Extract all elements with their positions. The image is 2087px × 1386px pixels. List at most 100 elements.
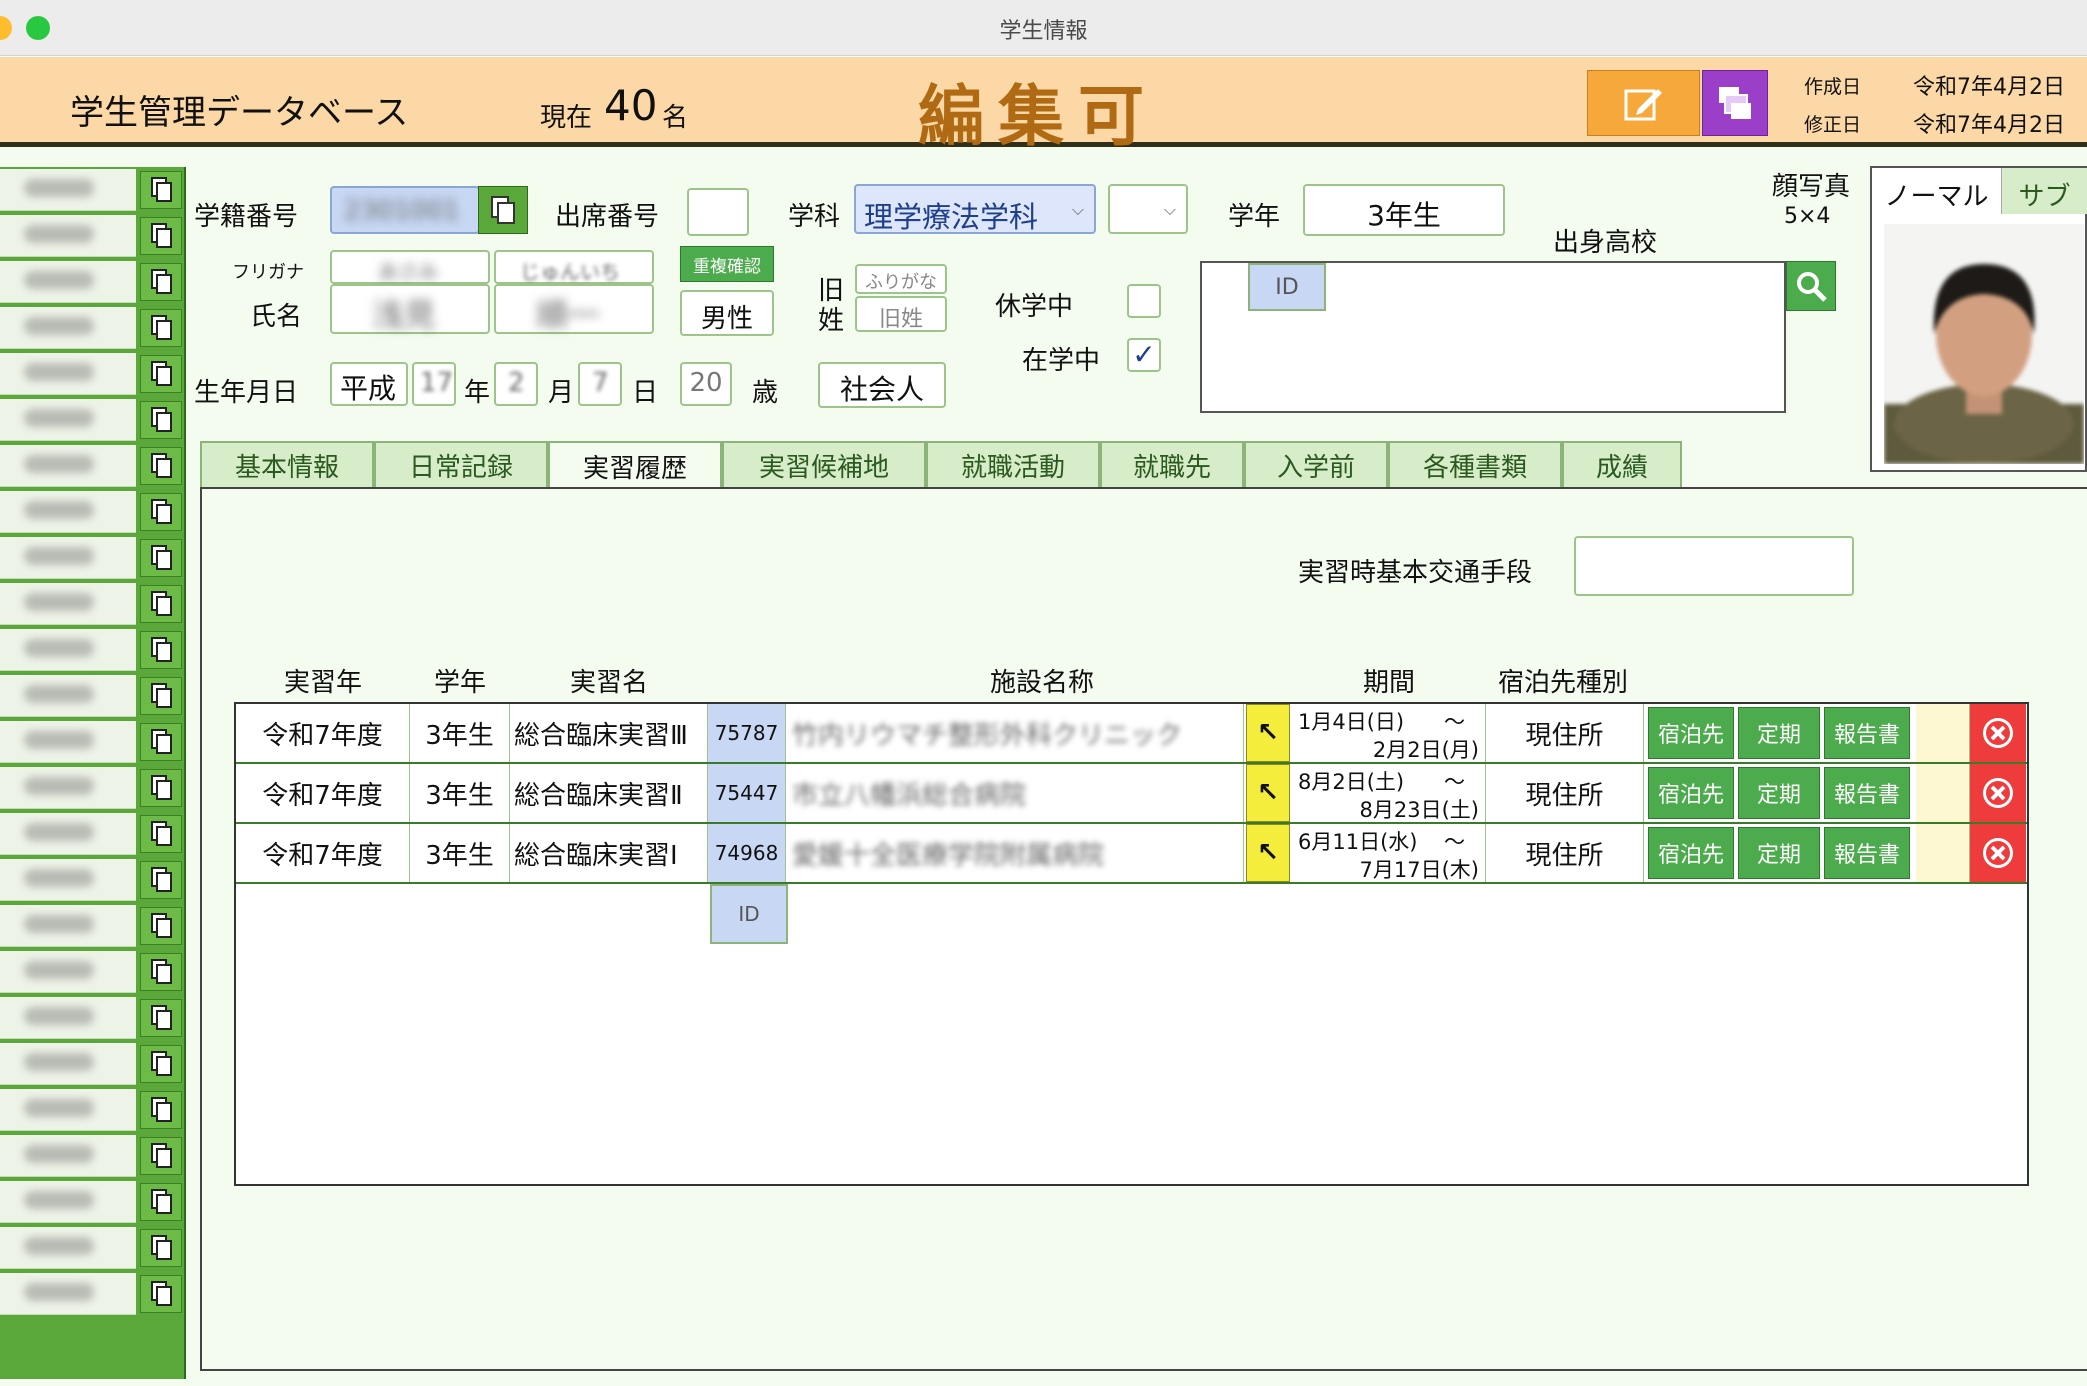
go-to-facility-button[interactable]: ↖: [1246, 704, 1290, 762]
copy-record-button[interactable]: [140, 861, 182, 899]
sidebar-student-row[interactable]: [0, 259, 186, 305]
sidebar-student-row[interactable]: [0, 1179, 186, 1225]
tab-6[interactable]: 就職先: [1100, 441, 1244, 488]
duplicate-window-button[interactable]: [1702, 70, 1768, 136]
cell-practicum-name[interactable]: 総合臨床実習Ⅱ: [510, 764, 708, 822]
tab-3[interactable]: 実習履歴: [548, 441, 722, 490]
cell-period[interactable]: 1月4日(日) 〜 2月2日(月): [1290, 704, 1486, 762]
sidebar-student-row[interactable]: [0, 167, 186, 213]
student-no-field[interactable]: 2301001: [330, 186, 480, 234]
sidebar-student-row[interactable]: [0, 351, 186, 397]
copy-record-button[interactable]: [140, 1045, 182, 1083]
tab-9[interactable]: 成績: [1562, 441, 1682, 488]
transport-field[interactable]: [1574, 536, 1854, 596]
copy-record-button[interactable]: [140, 907, 182, 945]
last-kana-field[interactable]: あさみ: [330, 250, 490, 284]
status-field[interactable]: 社会人: [818, 362, 946, 408]
sidebar-student-name[interactable]: [0, 353, 136, 395]
table-row[interactable]: 令和7年度 3年生 総合臨床実習Ⅲ 75787 竹内リウマチ整形外科クリニック ↖ 1月4日…: [236, 704, 2027, 764]
enrolled-checkbox[interactable]: ✓: [1127, 338, 1161, 372]
cell-facility-name[interactable]: 竹内リウマチ整形外科クリニック: [786, 704, 1244, 762]
copy-record-button[interactable]: [140, 493, 182, 531]
sidebar-student-row[interactable]: [0, 719, 186, 765]
copy-record-button[interactable]: [140, 401, 182, 439]
sidebar-student-name[interactable]: [0, 1181, 136, 1223]
go-to-facility-button[interactable]: ↖: [1246, 824, 1290, 882]
lodging-button[interactable]: 宿泊先: [1648, 827, 1734, 879]
report-button[interactable]: 報告書: [1824, 827, 1910, 879]
copy-record-button[interactable]: [140, 677, 182, 715]
copy-record-button[interactable]: [140, 539, 182, 577]
table-row[interactable]: 令和7年度 3年生 総合臨床実習Ⅰ 74968 愛媛十全医療学院附属病院 ↖ 6月11日(水…: [236, 824, 2027, 884]
sidebar-student-name[interactable]: [0, 951, 136, 993]
cell-note[interactable]: [1916, 764, 1970, 822]
cell-lodging-type[interactable]: 現住所: [1486, 704, 1644, 762]
sidebar-student-row[interactable]: [0, 1041, 186, 1087]
cell-note[interactable]: [1916, 824, 1970, 882]
new-row-id-field[interactable]: ID: [710, 884, 788, 944]
commuter-pass-button[interactable]: 定期: [1738, 707, 1820, 759]
copy-record-button[interactable]: [140, 217, 182, 255]
table-row[interactable]: 令和7年度 3年生 総合臨床実習Ⅱ 75447 市立八幡浜総合病院 ↖ 8月2日(土) 〜 8月…: [236, 764, 2027, 824]
sidebar-student-name[interactable]: [0, 997, 136, 1039]
edit-button[interactable]: [1587, 70, 1700, 136]
copy-record-button[interactable]: [140, 769, 182, 807]
cell-facility-name[interactable]: 愛媛十全医療学院附属病院: [786, 824, 1244, 882]
sidebar-student-row[interactable]: [0, 811, 186, 857]
cell-facility-id[interactable]: 75787: [708, 704, 786, 762]
sidebar-student-name[interactable]: [0, 1135, 136, 1177]
leave-checkbox[interactable]: [1127, 284, 1161, 318]
report-button[interactable]: 報告書: [1824, 767, 1910, 819]
first-name-field[interactable]: 順一: [494, 284, 654, 334]
report-button[interactable]: 報告書: [1824, 707, 1910, 759]
tab-1[interactable]: 基本情報: [200, 441, 374, 488]
sidebar-student-name[interactable]: [0, 537, 136, 579]
sidebar-student-name[interactable]: [0, 1227, 136, 1269]
cell-note[interactable]: [1916, 704, 1970, 762]
photo-tab-normal[interactable]: ノーマル: [1872, 168, 2001, 214]
birth-year-field[interactable]: 17: [412, 362, 456, 406]
copy-record-button[interactable]: [140, 953, 182, 991]
sidebar-student-row[interactable]: [0, 213, 186, 259]
cell-year[interactable]: 令和7年度: [236, 704, 410, 762]
sidebar-student-name[interactable]: [0, 675, 136, 717]
sidebar-student-name[interactable]: [0, 583, 136, 625]
sidebar-student-name[interactable]: [0, 1043, 136, 1085]
sidebar-student-row[interactable]: [0, 443, 186, 489]
copy-record-button[interactable]: [140, 171, 182, 209]
sidebar-student-name[interactable]: [0, 813, 136, 855]
sidebar-student-row[interactable]: [0, 1225, 186, 1271]
sidebar-student-name[interactable]: [0, 767, 136, 809]
cell-lodging-type[interactable]: 現住所: [1486, 824, 1644, 882]
school-search-button[interactable]: [1786, 261, 1836, 311]
sidebar-student-row[interactable]: [0, 995, 186, 1041]
last-name-field[interactable]: 浅見: [330, 284, 490, 334]
sidebar-student-row[interactable]: [0, 857, 186, 903]
gender-field[interactable]: 男性: [680, 290, 774, 336]
commuter-pass-button[interactable]: 定期: [1738, 827, 1820, 879]
old-surname-field[interactable]: 旧姓: [855, 296, 947, 332]
sidebar-student-name[interactable]: [0, 905, 136, 947]
sidebar-student-name[interactable]: [0, 859, 136, 901]
tab-5[interactable]: 就職活動: [926, 441, 1100, 488]
tab-8[interactable]: 各種書類: [1388, 441, 1562, 488]
sidebar-student-row[interactable]: [0, 1271, 186, 1317]
copy-record-button[interactable]: [140, 723, 182, 761]
sidebar-student-row[interactable]: [0, 1087, 186, 1133]
sidebar-student-row[interactable]: [0, 765, 186, 811]
sidebar-student-name[interactable]: [0, 1089, 136, 1131]
sidebar-student-name[interactable]: [0, 445, 136, 487]
copy-record-button[interactable]: [140, 1091, 182, 1129]
photo-tab-sub[interactable]: サブ: [2001, 168, 2087, 214]
sidebar-student-row[interactable]: [0, 903, 186, 949]
copy-record-button[interactable]: [140, 631, 182, 669]
copy-record-button[interactable]: [140, 999, 182, 1037]
cell-facility-id[interactable]: 75447: [708, 764, 786, 822]
copy-record-button[interactable]: [140, 1137, 182, 1175]
first-kana-field[interactable]: じゅんいち: [494, 250, 654, 284]
cell-facility-id[interactable]: 74968: [708, 824, 786, 882]
sidebar-student-row[interactable]: [0, 305, 186, 351]
delete-row-button[interactable]: [1970, 824, 2026, 882]
go-to-facility-button[interactable]: ↖: [1246, 764, 1290, 822]
sidebar-student-name[interactable]: [0, 721, 136, 763]
